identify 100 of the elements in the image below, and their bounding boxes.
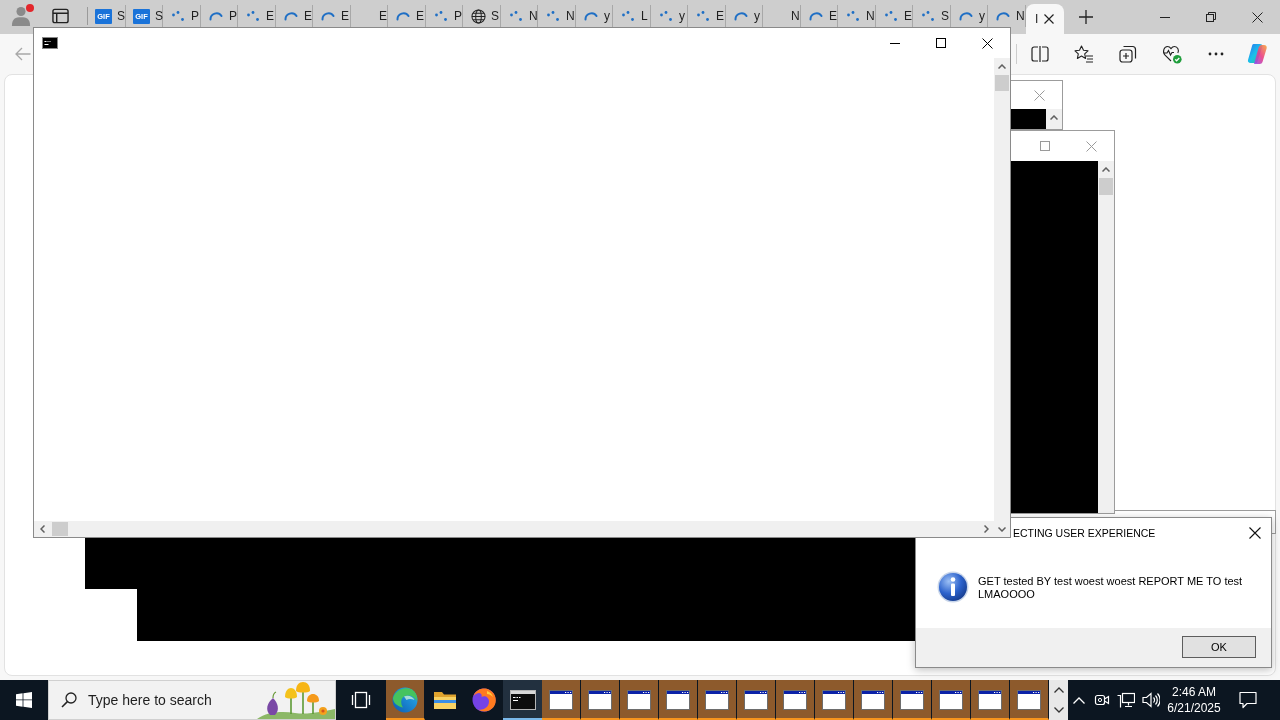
taskbar-app-button[interactable] bbox=[503, 680, 542, 720]
chevron-up-icon bbox=[1053, 687, 1064, 693]
close-icon bbox=[1085, 140, 1097, 152]
taskbar-app-button[interactable] bbox=[542, 680, 581, 720]
restore-icon bbox=[1206, 12, 1216, 22]
scroll-thumb[interactable] bbox=[995, 75, 1009, 91]
loading-arc-icon bbox=[734, 11, 748, 21]
close-icon bbox=[1033, 89, 1045, 101]
swirl-icon bbox=[392, 687, 418, 713]
window-icon bbox=[627, 690, 651, 710]
loading-dots-icon bbox=[847, 11, 859, 21]
loading-dots-icon bbox=[547, 11, 559, 21]
loading-dots-icon bbox=[510, 11, 522, 21]
taskbar-app-button[interactable] bbox=[1010, 680, 1049, 720]
network-icon bbox=[1117, 692, 1135, 708]
globe-icon bbox=[470, 8, 486, 24]
window-icon bbox=[822, 690, 846, 710]
window-icon bbox=[705, 690, 729, 710]
loading-dots-icon bbox=[435, 11, 447, 21]
maximize-icon bbox=[1040, 141, 1050, 151]
more-icon bbox=[1208, 52, 1224, 56]
taskbar-app-button[interactable] bbox=[854, 680, 893, 720]
clock-button[interactable]: 2:46 AM 6/21/2025 bbox=[1163, 680, 1225, 720]
dialog-button[interactable]: OK bbox=[1182, 636, 1256, 658]
taskbar-app-button[interactable] bbox=[776, 680, 815, 720]
loading-arc-icon bbox=[584, 11, 598, 21]
scroll-thumb[interactable] bbox=[52, 522, 68, 536]
search-icon bbox=[61, 692, 77, 708]
window-icon bbox=[861, 690, 885, 710]
folder-icon bbox=[432, 690, 457, 710]
chevron-down-icon bbox=[1053, 707, 1064, 713]
window-icon bbox=[978, 690, 1002, 710]
terminal-pane bbox=[1011, 109, 1046, 129]
window-icon bbox=[666, 690, 690, 710]
knot-logo-icon bbox=[1246, 43, 1268, 65]
window-icon bbox=[588, 690, 612, 710]
taskbar-app-button[interactable] bbox=[698, 680, 737, 720]
window-icon bbox=[549, 690, 573, 710]
chevron-up-icon bbox=[1073, 696, 1085, 704]
chat-bubble-icon bbox=[1239, 691, 1257, 709]
minimize-icon bbox=[1160, 16, 1170, 18]
split-screen-icon bbox=[1031, 46, 1049, 62]
close-icon bbox=[1251, 11, 1263, 23]
close-icon bbox=[981, 37, 993, 49]
task-view-icon bbox=[351, 691, 371, 709]
scroll-thumb[interactable] bbox=[1099, 178, 1113, 195]
back-arrow-icon bbox=[15, 47, 31, 61]
heart-pulse-icon bbox=[1162, 44, 1182, 64]
loading-arc-icon bbox=[959, 11, 973, 21]
window-icon bbox=[939, 690, 963, 710]
loading-dots-icon bbox=[885, 11, 897, 21]
taskbar-app-button[interactable] bbox=[659, 680, 698, 720]
maximize-icon bbox=[936, 38, 946, 48]
star-list-icon bbox=[1074, 45, 1094, 63]
taskbar-app-button[interactable] bbox=[932, 680, 971, 720]
loading-arc-icon bbox=[321, 11, 335, 21]
terminal-icon bbox=[42, 37, 58, 49]
window-icon bbox=[900, 690, 924, 710]
taskbar-app-button[interactable] bbox=[581, 680, 620, 720]
squares-plus-icon bbox=[1119, 45, 1137, 63]
close-icon[interactable] bbox=[1044, 14, 1054, 24]
info-icon bbox=[937, 571, 969, 603]
loading-dots-icon bbox=[660, 11, 672, 21]
fox-globe-icon bbox=[470, 687, 497, 713]
dialog-title: ECTING USER EXPERIENCE bbox=[1013, 527, 1156, 539]
message-text: GET tested BY test woest woest REPORT ME TO test LMAOOOO bbox=[978, 575, 1244, 601]
minimize-icon bbox=[890, 42, 900, 44]
terminal-icon bbox=[509, 690, 536, 710]
horizontal-scrollbar[interactable] bbox=[34, 521, 994, 537]
loading-arc-icon bbox=[209, 11, 223, 21]
vertical-scrollbar[interactable] bbox=[1046, 109, 1062, 129]
loading-dots-icon bbox=[172, 11, 184, 21]
close-icon bbox=[1249, 527, 1261, 539]
window-icon bbox=[744, 690, 768, 710]
loading-dots-icon bbox=[697, 11, 709, 21]
person-icon bbox=[11, 5, 31, 26]
loading-arc-icon bbox=[809, 11, 823, 21]
loading-arc-icon bbox=[396, 11, 410, 21]
search-field[interactable]: Type here to search bbox=[88, 692, 256, 708]
loading-dots-icon bbox=[922, 11, 934, 21]
loading-arc-icon bbox=[996, 11, 1010, 21]
vertical-scrollbar[interactable] bbox=[994, 58, 1010, 537]
window-icon bbox=[783, 690, 807, 710]
notification-dot-icon bbox=[26, 4, 34, 12]
taskbar-app-button[interactable] bbox=[971, 680, 1010, 720]
taskbar-app-button[interactable] bbox=[893, 680, 932, 720]
windows-logo-icon bbox=[16, 692, 32, 708]
taskbar-app-button[interactable] bbox=[737, 680, 776, 720]
window-icon bbox=[1017, 690, 1041, 710]
camera-icon bbox=[1094, 692, 1110, 708]
taskbar-app-button[interactable] bbox=[620, 680, 659, 720]
vertical-scrollbar[interactable] bbox=[1098, 161, 1114, 513]
loading-arc-icon bbox=[284, 11, 298, 21]
taskbar-app-button[interactable] bbox=[815, 680, 854, 720]
taskbar-app-button[interactable] bbox=[386, 680, 425, 720]
browser-tab[interactable]: I bbox=[1026, 4, 1064, 34]
speaker-icon bbox=[1141, 692, 1160, 708]
plus-icon bbox=[1079, 10, 1093, 24]
window-frame-icon bbox=[51, 7, 69, 24]
loading-dots-icon bbox=[622, 11, 634, 21]
